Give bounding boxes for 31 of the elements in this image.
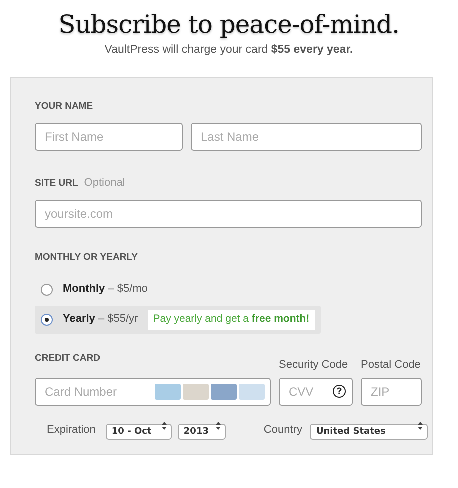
field-label: Postal Code: [361, 358, 422, 374]
text-field[interactable]: Last Name: [191, 122, 422, 150]
updown-icon: [418, 422, 424, 430]
select-dropdown[interactable]: 10 - Oct: [106, 424, 172, 440]
select-dropdown[interactable]: 2013: [178, 424, 226, 440]
field-label: Security Code: [279, 358, 350, 374]
card-icon: [183, 384, 209, 400]
section-label: SITE URL: [35, 176, 78, 190]
card-icon: [211, 384, 237, 400]
radio-button[interactable]: [41, 314, 53, 326]
section-label: MONTHLY OR YEARLY: [35, 251, 139, 265]
optional-hint: Optional: [84, 176, 126, 190]
text-field[interactable]: First Name: [35, 122, 183, 150]
field-label: Expiration: [47, 422, 96, 438]
help-icon[interactable]: ?: [333, 384, 346, 398]
section-label: YOUR NAME: [35, 100, 94, 114]
promo-note: Pay yearly and get a free month!: [148, 310, 315, 330]
card-icon: [155, 384, 181, 400]
field-label: Country: [264, 422, 302, 438]
option-label[interactable]: Yearly – $55/yr: [63, 311, 138, 328]
card-icon: [239, 384, 265, 400]
page-title: Subscribe to peace-of-mind.: [58, 10, 400, 40]
url-field[interactable]: yoursite.com: [35, 200, 422, 228]
section-label: CREDIT CARD: [35, 352, 102, 366]
zip-field[interactable]: ZIP: [361, 378, 422, 406]
updown-icon: [162, 422, 167, 430]
subtitle: VaultPress will charge your card $55 every year.: [104, 43, 354, 58]
select-dropdown[interactable]: United States: [310, 424, 428, 440]
radio-button[interactable]: [41, 284, 53, 296]
updown-icon: [216, 422, 221, 430]
option-label[interactable]: Monthly – $5/mo: [63, 281, 148, 298]
